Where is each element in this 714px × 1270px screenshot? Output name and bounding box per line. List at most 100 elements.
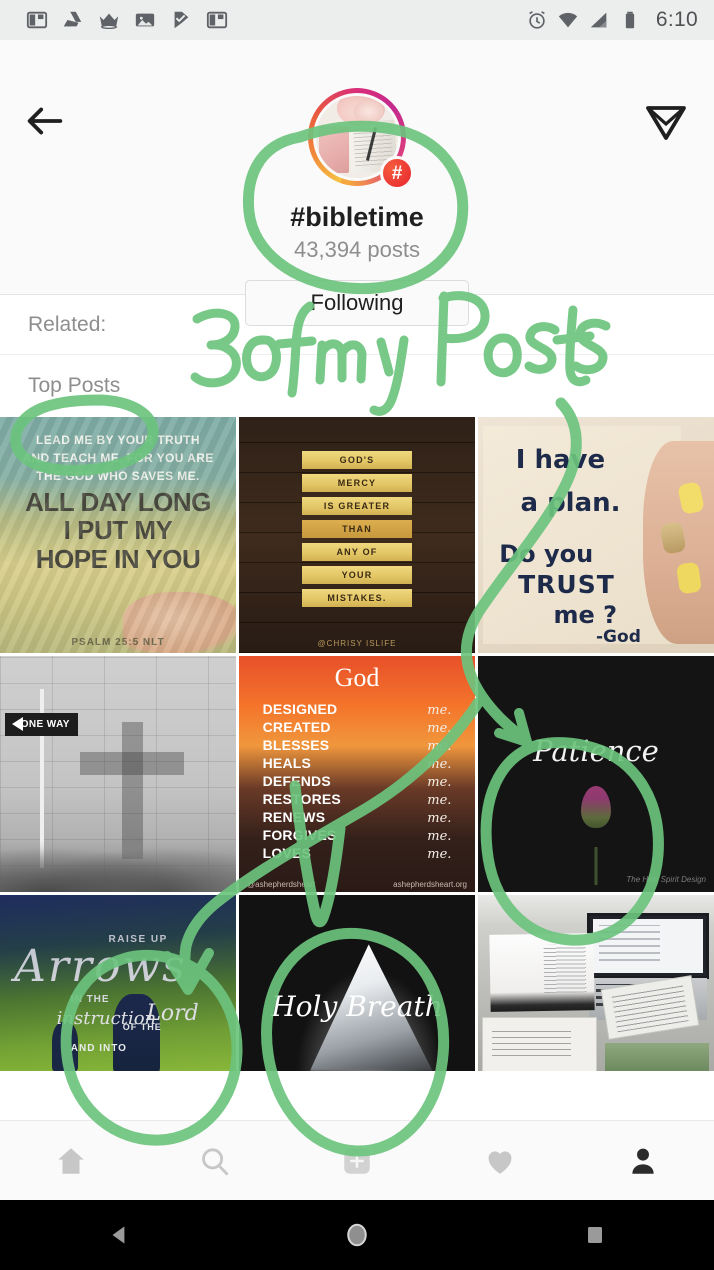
following-button[interactable]: Following xyxy=(245,280,469,326)
table-row[interactable]: Patience The Holy Spirit Design xyxy=(478,656,714,892)
table-row[interactable]: ONE WAY xyxy=(0,656,236,892)
related-label: Related: xyxy=(28,312,107,336)
post-word: Patience xyxy=(533,733,659,768)
post-line: AND TEACH ME, FOR YOU ARE xyxy=(22,451,214,466)
hashtag-avatar[interactable]: # xyxy=(308,88,414,190)
send-paper-plane-icon[interactable] xyxy=(642,98,690,146)
object: me. xyxy=(427,738,452,754)
plaque: MISTAKES. xyxy=(301,589,413,607)
nav-home[interactable] xyxy=(49,1139,93,1183)
post-line: THE GOD WHO SAVES ME. xyxy=(36,469,200,484)
back-arrow-icon[interactable] xyxy=(22,98,68,144)
check-flag-icon xyxy=(174,11,189,29)
plaque: ANY OF xyxy=(301,543,413,561)
post-line: me ? xyxy=(553,601,618,630)
object: me. xyxy=(427,810,452,826)
split-panel-icon xyxy=(206,11,228,29)
table-row[interactable] xyxy=(478,895,714,1071)
android-back[interactable] xyxy=(92,1208,146,1262)
nav-activity[interactable] xyxy=(478,1139,522,1183)
post-credit: PSALM 25:5 NLT xyxy=(71,637,165,649)
google-drive-icon xyxy=(63,11,82,27)
verb: BLESSES xyxy=(262,736,330,753)
object: me. xyxy=(427,828,452,844)
status-notification-icons xyxy=(16,9,526,31)
nav-search[interactable] xyxy=(192,1139,236,1183)
notebook xyxy=(482,1018,596,1071)
child-silhouette xyxy=(51,1021,78,1071)
plaque: GOD'S xyxy=(301,451,413,469)
instagram-bottom-nav xyxy=(0,1120,714,1200)
android-status-bar: 6:10 xyxy=(0,0,714,40)
cross-shadow xyxy=(80,722,184,859)
post-line: TRUST xyxy=(518,570,615,600)
object: me. xyxy=(427,774,452,790)
post-word: Holy Breath xyxy=(271,990,443,1024)
top-posts-header: Top Posts xyxy=(0,355,714,417)
rosebud xyxy=(581,785,611,828)
object: me. xyxy=(427,792,452,808)
table-row[interactable]: God DESIGNED me. CREATED me. BLESSES me. HE… xyxy=(239,656,475,892)
books-stack xyxy=(605,1042,710,1071)
post-credit: @CHRISY ISLIFE xyxy=(317,639,397,648)
hashtag-badge-icon: # xyxy=(380,156,414,190)
child-silhouette xyxy=(113,993,161,1071)
posts-grid: LEAD ME BY YOUR TRUTH AND TEACH ME, FOR … xyxy=(0,417,714,1071)
post-word: Arrows xyxy=(14,940,187,992)
post-line: IN THE xyxy=(70,993,110,1005)
post-title: God xyxy=(334,663,380,693)
post-headline: ALL DAY LONG I PUT MY HOPE IN YOU xyxy=(25,486,211,574)
laptop-screen xyxy=(586,912,710,980)
verb: DEFENDS xyxy=(262,772,331,789)
verb: FORGIVES xyxy=(262,826,337,843)
plaque: IS GREATER xyxy=(301,497,413,515)
post-count: 43,394 posts xyxy=(294,237,420,262)
object: me. xyxy=(427,702,452,718)
post-word: Lord xyxy=(146,1000,199,1026)
android-home[interactable] xyxy=(330,1208,384,1262)
post-line: AND INTO xyxy=(70,1042,127,1054)
verb: RESTORES xyxy=(262,790,341,807)
table-row[interactable]: Holy Breath xyxy=(239,895,475,1071)
photo-icon xyxy=(135,13,155,27)
status-system-icons: 6:10 xyxy=(526,8,698,32)
open-bible xyxy=(489,932,595,1013)
foliage xyxy=(0,840,236,892)
nav-profile[interactable] xyxy=(621,1139,665,1183)
wifi-icon xyxy=(558,12,578,28)
post-line: a plan. xyxy=(520,487,621,518)
post-line: RAISE UP xyxy=(108,933,168,945)
verb: CREATED xyxy=(262,718,331,735)
post-line: instruction xyxy=(56,1007,157,1029)
crown-icon xyxy=(99,13,119,29)
battery-icon xyxy=(625,11,635,29)
top-posts-label: Top Posts xyxy=(28,374,121,397)
hand-photo-element xyxy=(122,591,236,653)
status-clock: 6:10 xyxy=(655,8,698,31)
flower-stem xyxy=(594,847,598,885)
table-row[interactable]: I have a plan. Do you TRUST me ? -God xyxy=(478,417,714,653)
table-row[interactable]: LEAD ME BY YOUR TRUTH AND TEACH ME, FOR … xyxy=(0,417,236,653)
page-title: #bibletime xyxy=(290,202,424,232)
post-line: OF THE xyxy=(122,1021,162,1032)
verb-list: DESIGNED me. CREATED me. BLESSES me. HEALS m… xyxy=(239,701,475,862)
table-row[interactable]: GOD'S MERCY IS GREATER THAN ANY OF YOUR … xyxy=(239,417,475,653)
post-handle: @ashepherdsheart xyxy=(247,880,316,889)
post-site: ashepherdsheart.org xyxy=(393,880,467,889)
verb: RENEWS xyxy=(262,808,326,825)
android-recents[interactable] xyxy=(568,1208,622,1262)
split-panel-icon xyxy=(26,11,48,29)
android-navigation-bar xyxy=(0,1200,714,1270)
verb: HEALS xyxy=(262,754,312,771)
plaque: THAN xyxy=(301,520,413,538)
instagram-hashtag-screen: 6:10 # #bibletime 43,394 posts Following… xyxy=(0,0,714,1270)
plaque: YOUR xyxy=(301,566,413,584)
sign-arrow-icon xyxy=(11,717,23,732)
object: me. xyxy=(427,720,452,736)
post-line: I have xyxy=(515,445,606,476)
post-signature: The Holy Spirit Design xyxy=(626,875,706,884)
post-attribution: -God xyxy=(596,627,641,648)
verb: DESIGNED xyxy=(262,700,338,717)
nav-add[interactable] xyxy=(335,1139,379,1183)
table-row[interactable]: RAISE UP Arrows IN THE instruction OF TH… xyxy=(0,895,236,1071)
